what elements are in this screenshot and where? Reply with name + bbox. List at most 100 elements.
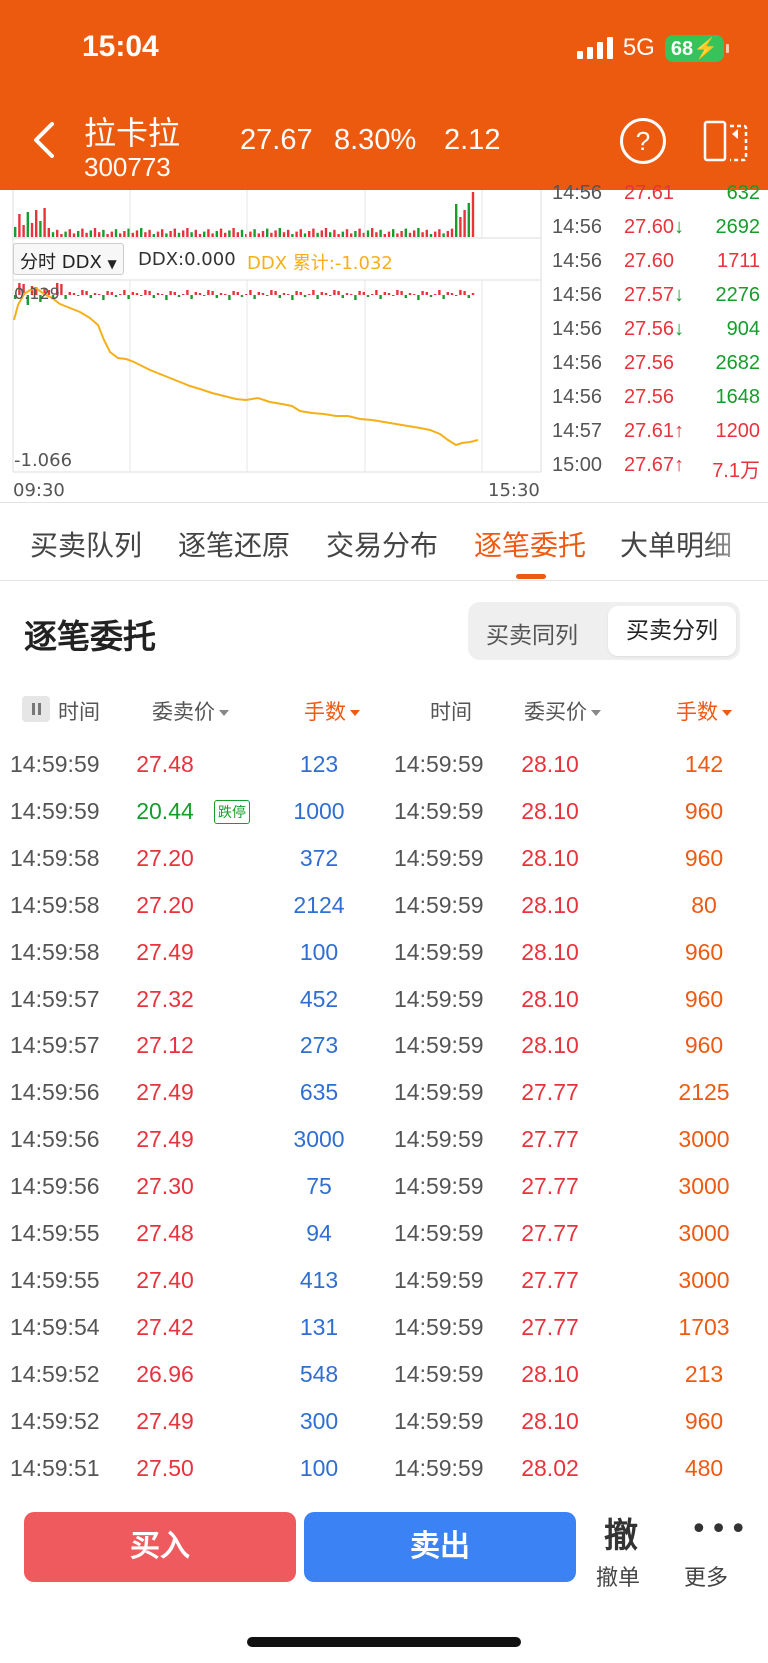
buy-volume-cell: 960 [684, 844, 724, 871]
ddx-bar [295, 291, 298, 295]
sell-time-cell: 14:59:58 [10, 891, 100, 918]
ddx-bar [131, 292, 134, 295]
tab-queue[interactable]: 买卖队列 [30, 524, 142, 564]
pause-icon[interactable] [22, 696, 50, 722]
tick-volume: 1711 [716, 250, 760, 272]
volume-bar [240, 229, 244, 237]
limit-down-badge: 跌停 [214, 799, 250, 824]
volume-bar [450, 228, 454, 237]
cancel-order-icon[interactable]: 撤 [604, 1508, 638, 1557]
buy-button[interactable]: 买入 [24, 1512, 296, 1582]
buy-price-cell: 27.77 [521, 1266, 579, 1293]
ddx-bar [148, 291, 151, 295]
sell-price-cell: 27.49 [136, 1407, 194, 1434]
ddx-bar [215, 295, 218, 298]
segment-split-column[interactable]: 买卖分列 [608, 606, 736, 656]
tab-distribution[interactable]: 交易分布 [326, 524, 438, 564]
volume-bar [316, 232, 319, 237]
tick-arrow: ↓ [674, 318, 685, 340]
volume-bar [127, 228, 130, 237]
ddx-bar [186, 290, 189, 295]
back-icon[interactable] [26, 118, 62, 162]
more-label[interactable]: 更多 [684, 1560, 728, 1592]
ddx-bar [333, 290, 336, 295]
buy-time-cell: 14:59:59 [394, 1079, 484, 1106]
buy-time-cell: 14:59:59 [394, 1313, 484, 1340]
sell-volume-cell: 131 [299, 1313, 339, 1340]
tick-price: 27.56↓ [624, 318, 684, 341]
buy-price-cell: 28.10 [521, 751, 579, 777]
segment-same-column[interactable]: 买卖同列 [486, 616, 578, 650]
ddx-bar [354, 295, 357, 300]
tick-price-value: 27.60 [624, 216, 675, 238]
tick-row: 14:56 27.56 2682 [548, 352, 760, 388]
tab-order-by-order[interactable]: 逐笔委托 [474, 524, 586, 564]
landscape-switch-icon[interactable] [702, 118, 750, 164]
intraday-chart[interactable] [0, 190, 545, 502]
sell-price-cell: 27.48 [136, 1220, 194, 1246]
tick-price-value: 27.67 [624, 454, 675, 476]
header-sell-volume-label: 手数 [304, 700, 346, 724]
ddx-bar [463, 291, 466, 295]
sell-time-cell: 14:59:51 [10, 1454, 100, 1481]
indicator-select[interactable]: 分时 DDX ▼ [13, 243, 124, 275]
more-icon[interactable]: ••• [690, 1512, 749, 1547]
volume-bar [400, 231, 403, 237]
stock-change-pct: 8.30% [334, 124, 417, 156]
sell-price-cell: 27.12 [136, 1032, 194, 1059]
volume-bar [68, 229, 71, 237]
home-indicator [247, 1637, 521, 1647]
buy-time-cell: 14:59:59 [394, 985, 484, 1012]
volume-bar [421, 232, 424, 237]
volume-bar [383, 234, 386, 237]
header-buy-price[interactable]: 委买价 [524, 696, 601, 726]
buy-price-cell: 28.10 [521, 1032, 579, 1059]
ddx-bar [400, 291, 403, 295]
volume-bar [442, 233, 445, 237]
volume-bar [266, 228, 269, 237]
cancel-order-label[interactable]: 撤单 [596, 1560, 640, 1592]
sell-price-cell: 27.40 [136, 1266, 194, 1293]
buy-time-cell: 14:59:59 [394, 1220, 484, 1246]
buy-price-cell: 27.77 [521, 1079, 579, 1106]
table-row: 14:59:59 20.44 跌停 1000 14:59:59 28.10 960 [0, 787, 768, 834]
sell-price-cell: 27.50 [136, 1454, 194, 1481]
volume-bar [287, 229, 290, 237]
volume-bar [26, 212, 29, 237]
help-icon[interactable]: ? [620, 118, 666, 164]
sell-volume-cell: 2124 [293, 891, 345, 918]
tick-arrow: ↓ [674, 284, 685, 306]
ddx-bar [467, 295, 470, 298]
volume-bar [152, 234, 155, 237]
ddx-bar [253, 295, 256, 299]
header-buy-volume[interactable]: 手数 [676, 696, 732, 726]
ddx-bar [98, 294, 101, 295]
table-row: 14:59:52 27.49 300 14:59:59 28.10 960 [0, 1397, 768, 1444]
volume-bar [463, 210, 466, 237]
buy-time-cell: 14:59:59 [394, 891, 484, 918]
tick-row: 14:56 27.60 1711 [548, 250, 760, 286]
ddx-bar [425, 292, 428, 295]
tick-time: 14:56 [552, 182, 603, 204]
buy-time-cell: 14:59:59 [394, 797, 484, 824]
volume-bar [438, 229, 441, 237]
buy-price-cell: 27.77 [521, 1220, 579, 1246]
sort-caret-icon [591, 710, 601, 716]
ddx-bar [303, 295, 307, 297]
ddx-bar [81, 290, 84, 295]
ddx-bar [68, 292, 71, 295]
tab-restore[interactable]: 逐笔还原 [178, 524, 290, 564]
sell-button[interactable]: 卖出 [304, 1512, 576, 1582]
header-sell-price[interactable]: 委卖价 [152, 696, 229, 726]
table-row: 14:59:58 27.20 2124 14:59:59 28.10 80 [0, 881, 768, 928]
volume-bar [324, 228, 328, 237]
ddx-bar [85, 291, 88, 295]
volume-bar [131, 232, 134, 237]
header-buy-price-label: 委买价 [524, 700, 587, 724]
header-buy-volume-label: 手数 [676, 700, 718, 724]
tick-volume: 904 [726, 318, 760, 340]
volume-bar [434, 231, 437, 237]
sell-price-cell: 27.32 [136, 985, 194, 1012]
header-sell-volume[interactable]: 手数 [304, 696, 360, 726]
stock-change: 2.12 [444, 124, 501, 156]
